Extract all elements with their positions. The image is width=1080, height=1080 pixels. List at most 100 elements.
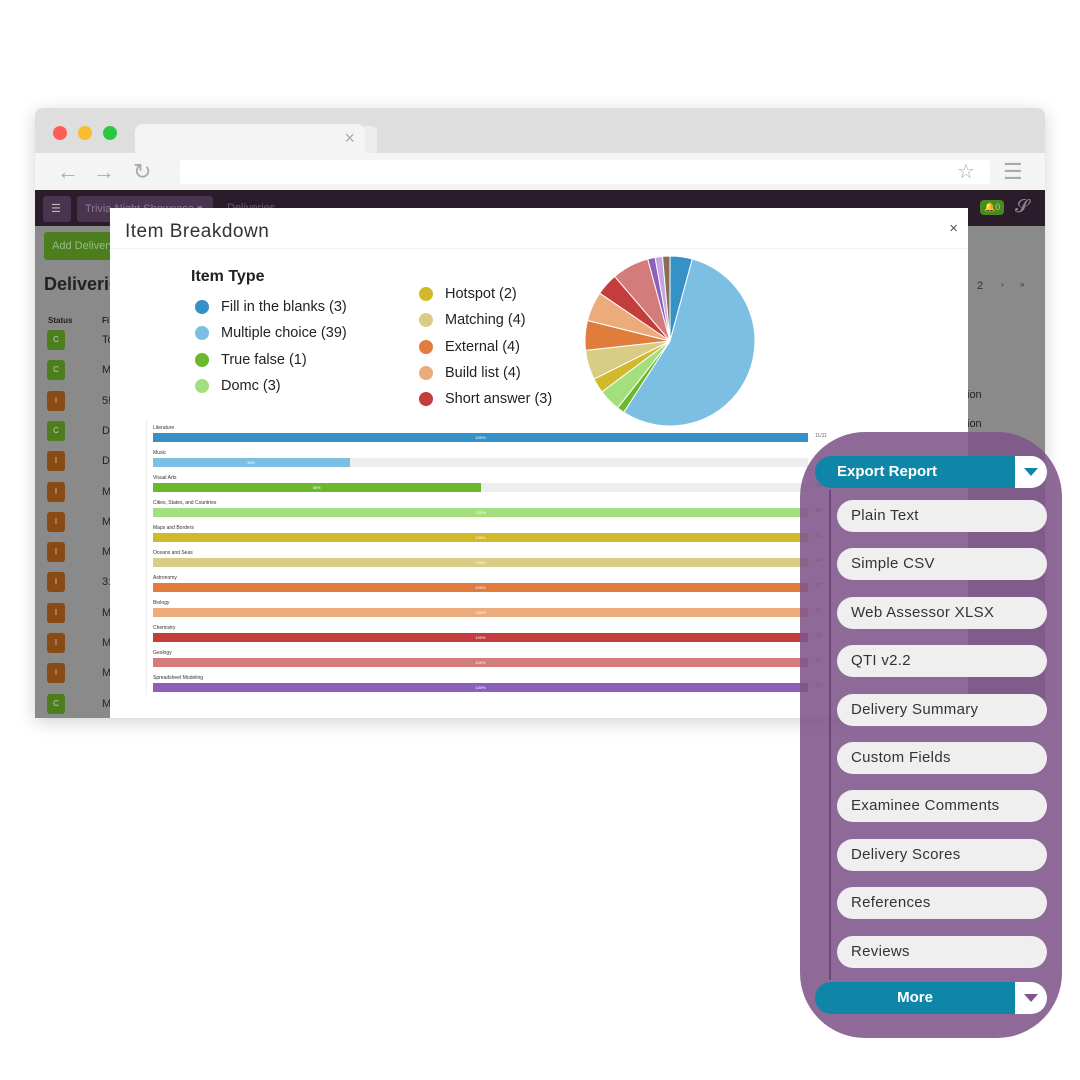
bar: 100% xyxy=(153,433,808,442)
export-option[interactable]: Custom Fields xyxy=(837,742,1047,774)
bar-track: 50% xyxy=(153,483,808,492)
export-option[interactable]: References xyxy=(837,887,1047,920)
bar: 100% xyxy=(153,558,808,567)
export-option[interactable]: Delivery Scores xyxy=(837,838,1047,871)
bar-track: 100% xyxy=(153,433,808,442)
bar-label: Music xyxy=(153,450,167,456)
bar-value: 100% xyxy=(475,510,486,515)
forward-icon[interactable]: → xyxy=(93,159,115,185)
bar-track: 100% xyxy=(153,583,808,592)
bar-track: 30% xyxy=(153,458,808,467)
export-option[interactable]: Web Assessor XLSX xyxy=(837,596,1047,629)
hamburger-icon[interactable]: ☰ xyxy=(43,196,71,222)
status-badge: I xyxy=(47,663,65,684)
bar-row: Visual Arts50%1/2 xyxy=(147,470,836,495)
page-last[interactable]: » xyxy=(1020,280,1024,289)
col-first: Fi xyxy=(102,316,110,325)
address-bar[interactable] xyxy=(180,160,990,184)
legend-item: True false (1) xyxy=(195,352,307,368)
status-badge: I xyxy=(47,390,65,411)
star-icon[interactable]: ☆ xyxy=(957,159,975,184)
browser-menu-icon[interactable]: ☰ xyxy=(1003,159,1023,185)
legend-item: Fill in the blanks (3) xyxy=(195,299,347,315)
divider xyxy=(110,248,968,249)
page-2[interactable]: 2 xyxy=(977,280,983,292)
bar: 100% xyxy=(153,658,808,667)
export-option[interactable]: Reviews xyxy=(837,935,1047,968)
bar-track: 100% xyxy=(153,608,808,617)
legend-label: Multiple choice (39) xyxy=(221,325,347,342)
bar-row: Oceans and Seas100%4/4 xyxy=(147,545,836,570)
tab-close-icon[interactable]: × xyxy=(344,128,355,149)
panel-divider xyxy=(829,490,831,980)
bar-value: 30% xyxy=(247,460,256,465)
back-icon[interactable]: ← xyxy=(57,159,79,185)
col-status: Status xyxy=(48,316,73,325)
reload-icon[interactable]: ↻ xyxy=(133,159,151,185)
pagination: 2 › » xyxy=(973,274,1045,302)
bar-label: Visual Arts xyxy=(153,475,177,481)
page-next[interactable]: › xyxy=(1001,280,1004,289)
bar: 100% xyxy=(153,508,808,517)
row-text-fragment: ion xyxy=(967,418,982,430)
legend-label: Domc (3) xyxy=(221,377,281,394)
bar-row: Spreadsheet Modeling100%1/1 xyxy=(147,670,836,695)
bar-row: Literature 100% 11/11 xyxy=(147,420,836,445)
status-badge: I xyxy=(47,511,65,532)
bar: 100% xyxy=(153,583,808,592)
legend-item: Multiple choice (39) xyxy=(195,325,347,341)
status-badge: I xyxy=(47,451,65,472)
legend-item: Short answer (3) xyxy=(419,391,552,407)
legend-swatch xyxy=(419,339,433,354)
browser-toolbar: ← → ↻ ☆ ☰ xyxy=(35,153,1045,190)
bar-row: Cities, States, and Countries100%4/4 xyxy=(147,495,836,520)
chevron-down-icon[interactable] xyxy=(1015,982,1047,1014)
export-option[interactable]: QTI v2.2 xyxy=(837,645,1047,678)
bar: 100% xyxy=(153,608,808,617)
notification-badge[interactable]: 🔔0 xyxy=(980,200,1005,215)
export-option[interactable]: Delivery Summary xyxy=(837,693,1047,726)
more-label: More xyxy=(897,989,933,1006)
bar-track: 100% xyxy=(153,633,808,642)
export-report-button[interactable]: Export Report xyxy=(815,456,1047,488)
legend-label: Matching (4) xyxy=(445,312,526,329)
close-window-button[interactable] xyxy=(53,126,67,140)
export-option[interactable]: Plain Text xyxy=(837,500,1047,532)
bar-row: Chemistry100%2/2 xyxy=(147,620,836,645)
status-badge: C xyxy=(47,330,65,350)
status-badge: I xyxy=(47,602,65,623)
bar-value: 100% xyxy=(475,610,486,615)
browser-tab[interactable]: × xyxy=(135,124,365,154)
minimize-window-button[interactable] xyxy=(78,126,92,140)
legend-swatch xyxy=(419,365,433,380)
status-badge: I xyxy=(47,542,65,563)
legend-swatch xyxy=(195,326,209,341)
bar: 100% xyxy=(153,533,808,542)
bar-track: 100% xyxy=(153,658,808,667)
bar-track: 100% xyxy=(153,533,808,542)
bar-value: 100% xyxy=(475,635,486,640)
bar-track: 100% xyxy=(153,683,808,692)
more-button[interactable]: More xyxy=(815,982,1047,1014)
close-icon[interactable]: × xyxy=(949,220,958,237)
row-text-fragment: ion xyxy=(967,389,982,401)
chevron-down-icon[interactable] xyxy=(1015,456,1047,488)
bar-row: Music 30% xyxy=(147,445,836,470)
row-name[interactable]: D xyxy=(102,455,110,467)
bar-label: Biology xyxy=(153,600,170,606)
bar: 100% xyxy=(153,683,808,692)
status-badge: I xyxy=(47,572,65,593)
bar-label: Chemistry xyxy=(153,625,176,631)
row-name[interactable]: D xyxy=(102,425,110,437)
maximize-window-button[interactable] xyxy=(103,126,117,140)
bar-label: Maps and Borders xyxy=(153,525,194,531)
legend-label: Build list (4) xyxy=(445,364,521,381)
bar-value: 100% xyxy=(475,660,486,665)
bar-label: Cities, States, and Countries xyxy=(153,500,217,506)
legend-item: External (4) xyxy=(419,339,520,355)
legend-label: External (4) xyxy=(445,338,520,355)
bar-track: 100% xyxy=(153,508,808,517)
bar-label: Geology xyxy=(153,650,172,656)
export-option[interactable]: Examinee Comments xyxy=(837,790,1047,823)
export-option[interactable]: Simple CSV xyxy=(837,548,1047,581)
